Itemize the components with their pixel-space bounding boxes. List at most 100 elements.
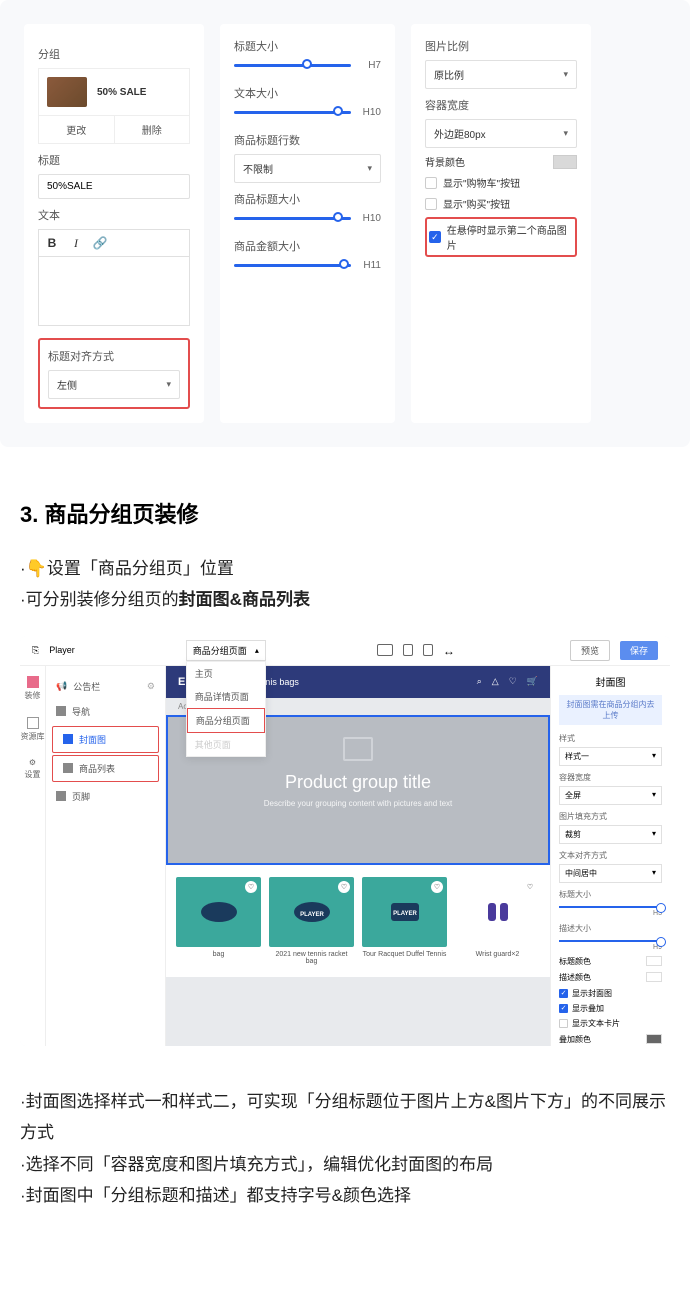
product-card[interactable]: ♡Wrist guard×2 <box>455 877 540 965</box>
library-icon <box>27 717 39 729</box>
talign-label: 文本对齐方式 <box>559 850 662 861</box>
text-size-slider[interactable]: H10 <box>234 107 381 118</box>
product-card[interactable]: ♡PLAYERTour Racquet Duffel Tennis <box>362 877 447 965</box>
talign-select[interactable]: 中间居中 <box>559 864 662 883</box>
style-select[interactable]: 样式一 <box>559 747 662 766</box>
fill-select[interactable]: 裁剪 <box>559 825 662 844</box>
title-size-slider[interactable]: H7 <box>234 60 381 71</box>
prod-title-size-slider[interactable]: H10 <box>234 213 381 224</box>
rte-toolbar: B I 🔗 <box>38 229 190 256</box>
bg-label: 背景颜色 <box>425 154 465 169</box>
rail-library[interactable]: 资源库 <box>21 717 45 742</box>
delete-button[interactable]: 删除 <box>115 116 190 143</box>
product-card[interactable]: ♡bag <box>176 877 261 965</box>
prod-price-size-slider[interactable]: H11 <box>234 260 381 271</box>
banner-subtitle: Describe your grouping content with pict… <box>264 799 453 808</box>
save-button[interactable]: 保存 <box>620 641 658 660</box>
align-select[interactable]: 左侧 <box>48 370 180 399</box>
cb-cover[interactable]: ✓显示封面图 <box>559 988 662 999</box>
dsize-slider[interactable] <box>559 940 662 942</box>
left-cover[interactable]: 封面图 <box>52 726 159 753</box>
group-label: 分组 <box>38 46 190 62</box>
right-info: 封面图需在商品分组内去上传 <box>559 695 662 725</box>
color-swatch <box>646 972 662 982</box>
title-label: 标题 <box>38 152 190 168</box>
text-size-label: 文本大小 <box>234 85 381 101</box>
ratio-label: 图片比例 <box>425 38 577 54</box>
checkbox-icon <box>425 177 437 189</box>
group-badge: 50% SALE <box>97 87 146 98</box>
bullet-o1: ·封面图选择样式一和样式二，可实现「分组标题位于图片上方&图片下方」的不同展示方… <box>20 1086 670 1149</box>
section-heading: 3. 商品分组页装修 <box>20 497 670 529</box>
image-placeholder-icon <box>343 737 373 761</box>
left-nav[interactable]: 导航 <box>46 699 165 724</box>
footer-icon <box>56 791 66 801</box>
width-select[interactable]: 外边距80px <box>425 119 577 148</box>
bg-color-swatch[interactable] <box>553 155 577 169</box>
gear-icon[interactable]: ⚙ <box>147 681 155 692</box>
width-label: 容器宽度 <box>425 97 577 113</box>
rte-body[interactable] <box>38 256 190 326</box>
heart-icon[interactable]: ♡ <box>524 881 536 893</box>
hover-image-block: ✓在悬停时显示第二个商品图片 <box>425 217 577 257</box>
nav-icon <box>56 706 66 716</box>
cart-icon: 🛒 <box>527 676 538 687</box>
align-label: 标题对齐方式 <box>48 348 180 364</box>
italic-icon[interactable]: I <box>69 236 83 250</box>
page-dropdown-menu: 主页 商品详情页面 商品分组页面 其他页面 <box>186 661 266 757</box>
dsize-label: 描述大小 <box>559 923 662 934</box>
gear-icon: ⚙ <box>29 758 36 767</box>
cb-overlay[interactable]: ✓显示叠加 <box>559 1003 662 1014</box>
dd-detail[interactable]: 商品详情页面 <box>187 685 265 708</box>
heart-icon: ♡ <box>509 676 517 687</box>
editor-rail: 装修 资源库 ⚙设置 <box>20 666 46 1046</box>
bold-icon[interactable]: B <box>45 236 59 250</box>
dcolor-row[interactable]: 描述颜色 <box>559 972 662 983</box>
rail-settings[interactable]: ⚙设置 <box>25 758 41 780</box>
bullet-o3: ·封面图中「分组标题和描述」都支持字号&颜色选择 <box>20 1180 670 1211</box>
left-announce[interactable]: 📢公告栏⚙ <box>46 674 165 699</box>
panel-sizes: 标题大小 H7 文本大小 H10 商品标题行数 不限制 商品标题大小 H10 商… <box>220 24 395 423</box>
preview-button[interactable]: 预览 <box>570 640 610 661</box>
editor-screenshot: ⎘ Player 商品分组页面 主页 商品详情页面 商品分组页面 其他页面 ↔ … <box>20 636 670 1046</box>
expand-icon[interactable]: ↔ <box>443 644 459 656</box>
dd-other[interactable]: 其他页面 <box>187 733 265 756</box>
tsize-label: 标题大小 <box>559 889 662 900</box>
heart-icon[interactable]: ♡ <box>431 881 443 893</box>
prod-lines-select[interactable]: 不限制 <box>234 154 381 183</box>
link-icon[interactable]: 🔗 <box>93 236 107 250</box>
hover-checkbox-row[interactable]: ✓在悬停时显示第二个商品图片 <box>429 222 573 252</box>
heart-icon[interactable]: ♡ <box>338 881 350 893</box>
cwidth-select[interactable]: 全屏 <box>559 786 662 805</box>
desktop-icon[interactable] <box>377 644 393 656</box>
mobile-icon[interactable] <box>423 644 433 656</box>
left-list[interactable]: 商品列表 <box>52 755 159 782</box>
bg-color-row: 背景颜色 <box>425 154 577 169</box>
tsize-slider[interactable] <box>559 906 662 908</box>
rail-decorate[interactable]: 装修 <box>25 676 41 701</box>
tablet-icon[interactable] <box>403 644 413 656</box>
page-dropdown[interactable]: 商品分组页面 主页 商品详情页面 商品分组页面 其他页面 <box>186 640 266 661</box>
overlay-color-row[interactable]: 叠加颜色 <box>559 1034 662 1045</box>
text-label: 文本 <box>38 207 190 223</box>
product-card[interactable]: ♡PLAYER2021 new tennis racket bag <box>269 877 354 965</box>
editor-topbar: ⎘ Player 商品分组页面 主页 商品详情页面 商品分组页面 其他页面 ↔ … <box>20 636 670 666</box>
prod-lines-label: 商品标题行数 <box>234 132 381 148</box>
user-icon: △ <box>492 676 499 687</box>
style-label: 样式 <box>559 733 662 744</box>
change-button[interactable]: 更改 <box>39 116 115 143</box>
left-footer[interactable]: 页脚 <box>46 784 165 809</box>
ratio-select[interactable]: 原比例 <box>425 60 577 89</box>
color-swatch <box>646 956 662 966</box>
product-grid: ♡bag ♡PLAYER2021 new tennis racket bag ♡… <box>166 865 550 977</box>
title-input[interactable] <box>38 174 190 199</box>
announce-icon: 📢 <box>56 681 67 692</box>
cb-textcard[interactable]: 显示文本卡片 <box>559 1018 662 1029</box>
buy-checkbox-row[interactable]: 显示"购买"按钮 <box>425 196 577 211</box>
dd-home[interactable]: 主页 <box>187 662 265 685</box>
heart-icon[interactable]: ♡ <box>245 881 257 893</box>
dd-group[interactable]: 商品分组页面 <box>187 708 265 733</box>
cart-checkbox-row[interactable]: 显示"购物车"按钮 <box>425 175 577 190</box>
checkbox-icon <box>425 198 437 210</box>
tcolor-row[interactable]: 标题颜色 <box>559 956 662 967</box>
